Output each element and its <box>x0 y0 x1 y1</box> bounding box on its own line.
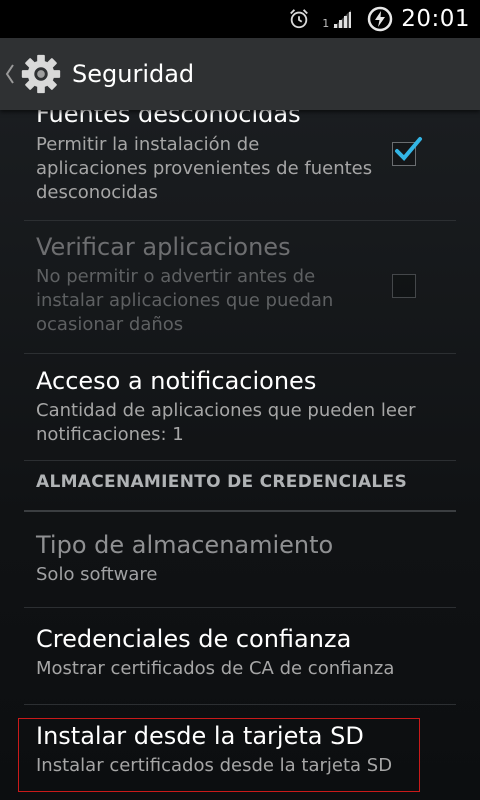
pref-title: Fuentes desconocidas <box>36 110 301 128</box>
status-bar: 1 20:01 <box>0 0 480 38</box>
unknown-sources-checkbox[interactable] <box>392 137 422 166</box>
page-title: Seguridad <box>72 60 195 88</box>
alarm-icon <box>290 9 309 29</box>
category-credential-storage: ALMACENAMIENTO DE CREDENCIALES <box>24 466 456 512</box>
pref-summary: Cantidad de aplicaciones que pueden leer… <box>36 400 416 445</box>
gear-icon[interactable] <box>18 51 64 97</box>
pref-summary: Mostrar certificados de CA de confianza <box>36 658 395 679</box>
pref-title: Acceso a notificaciones <box>36 367 317 395</box>
pref-summary: Solo software <box>36 564 158 585</box>
pref-title: Verificar aplicaciones <box>36 233 291 261</box>
pref-summary: No permitir o advertir antes de instalar… <box>36 266 334 335</box>
pref-trusted-credentials[interactable]: Credenciales de confianza Mostrar certif… <box>24 608 456 705</box>
clock: 20:01 <box>401 6 470 32</box>
category-label: ALMACENAMIENTO DE CREDENCIALES <box>36 472 408 492</box>
settings-list: Fuentes desconocidas Permitir la instala… <box>0 110 480 800</box>
checkmark-icon <box>395 137 422 161</box>
chevron-left-icon[interactable] <box>4 62 16 86</box>
pref-notification-access[interactable]: Acceso a notificaciones Cantidad de apli… <box>24 354 456 461</box>
pref-unknown-sources[interactable]: Fuentes desconocidas Permitir la instala… <box>24 110 456 221</box>
battery-charging-icon <box>367 6 393 32</box>
pref-storage-type: Tipo de almacenamiento Solo software <box>24 514 456 608</box>
sim-slot-indicator: 1 <box>322 16 330 30</box>
pref-title: Tipo de almacenamiento <box>36 531 334 559</box>
pref-title: Credenciales de confianza <box>36 625 352 653</box>
selection-highlight <box>18 718 420 792</box>
signal-icon <box>333 10 352 28</box>
pref-verify-apps: Verificar aplicaciones No permitir o adv… <box>24 220 456 354</box>
verify-apps-checkbox <box>392 274 416 298</box>
action-bar: Seguridad <box>0 38 480 110</box>
pref-summary: Permitir la instalación de aplicaciones … <box>36 134 373 203</box>
